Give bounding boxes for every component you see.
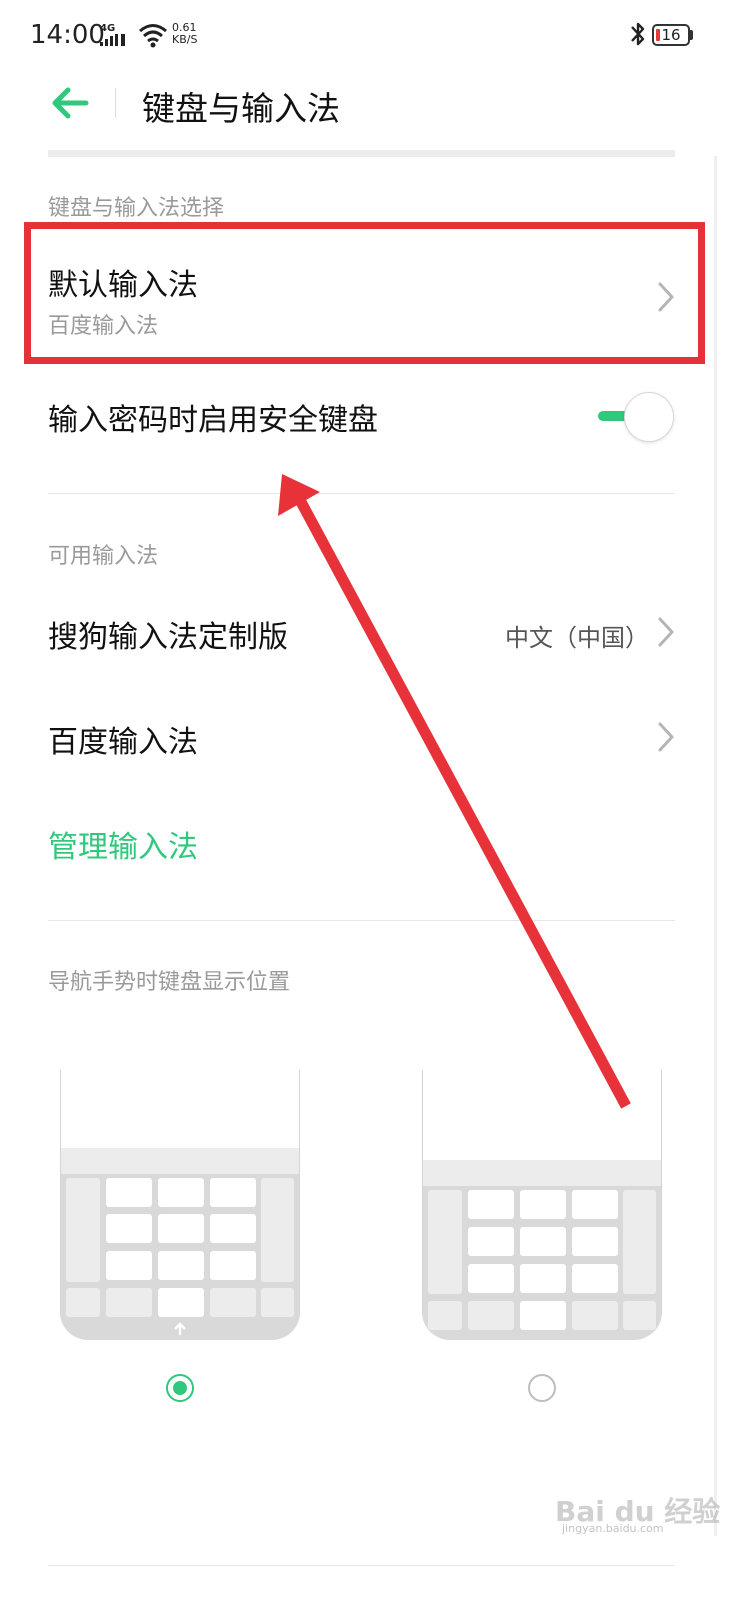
up-arrow-icon <box>174 1322 186 1335</box>
header-divider <box>115 88 116 118</box>
scrollbar[interactable] <box>714 156 717 1536</box>
speed-unit: KB/S <box>172 33 198 46</box>
keyboard-position-option-raised[interactable] <box>422 1070 662 1340</box>
ime-item-baidu[interactable]: 百度输入法 <box>48 717 198 761</box>
divider <box>48 493 675 494</box>
divider <box>48 920 675 921</box>
ime-item-sogou[interactable]: 搜狗输入法定制版 <box>48 612 288 656</box>
back-arrow-icon[interactable] <box>50 84 90 122</box>
radio-raised[interactable] <box>528 1374 556 1402</box>
network-speed: 0.61 KB/S <box>172 22 197 46</box>
manage-ime-link[interactable]: 管理输入法 <box>48 822 198 866</box>
highlight-box <box>24 222 705 364</box>
chevron-right-icon[interactable] <box>654 721 678 753</box>
keyboard-position-option-bottom[interactable] <box>60 1070 300 1340</box>
toggle-thumb <box>624 392 674 442</box>
ime-item-sogou-language: 中文（中国） <box>505 624 649 652</box>
chevron-right-icon[interactable] <box>654 616 678 648</box>
header-separator <box>48 150 675 157</box>
secure-keyboard-toggle[interactable] <box>596 390 676 442</box>
battery-icon: 16 <box>652 24 690 46</box>
battery-tip <box>690 30 693 40</box>
section-title-selection: 键盘与输入法选择 <box>48 196 225 221</box>
wifi-icon <box>139 24 167 48</box>
battery-level: 16 <box>661 26 681 44</box>
watermark-url: jingyan.baidu.com <box>562 1522 664 1535</box>
secure-keyboard-label: 输入密码时启用安全键盘 <box>48 403 378 438</box>
signal-icon <box>100 34 125 46</box>
page-title: 键盘与输入法 <box>142 89 340 128</box>
radio-bottom-selected[interactable] <box>166 1374 194 1402</box>
section-title-position: 导航手势时键盘显示位置 <box>48 970 291 995</box>
divider <box>48 1565 675 1566</box>
bluetooth-icon <box>631 22 645 46</box>
network-type: 4G <box>100 23 116 34</box>
section-title-available: 可用输入法 <box>48 544 159 569</box>
status-time: 14:00 <box>30 20 105 50</box>
